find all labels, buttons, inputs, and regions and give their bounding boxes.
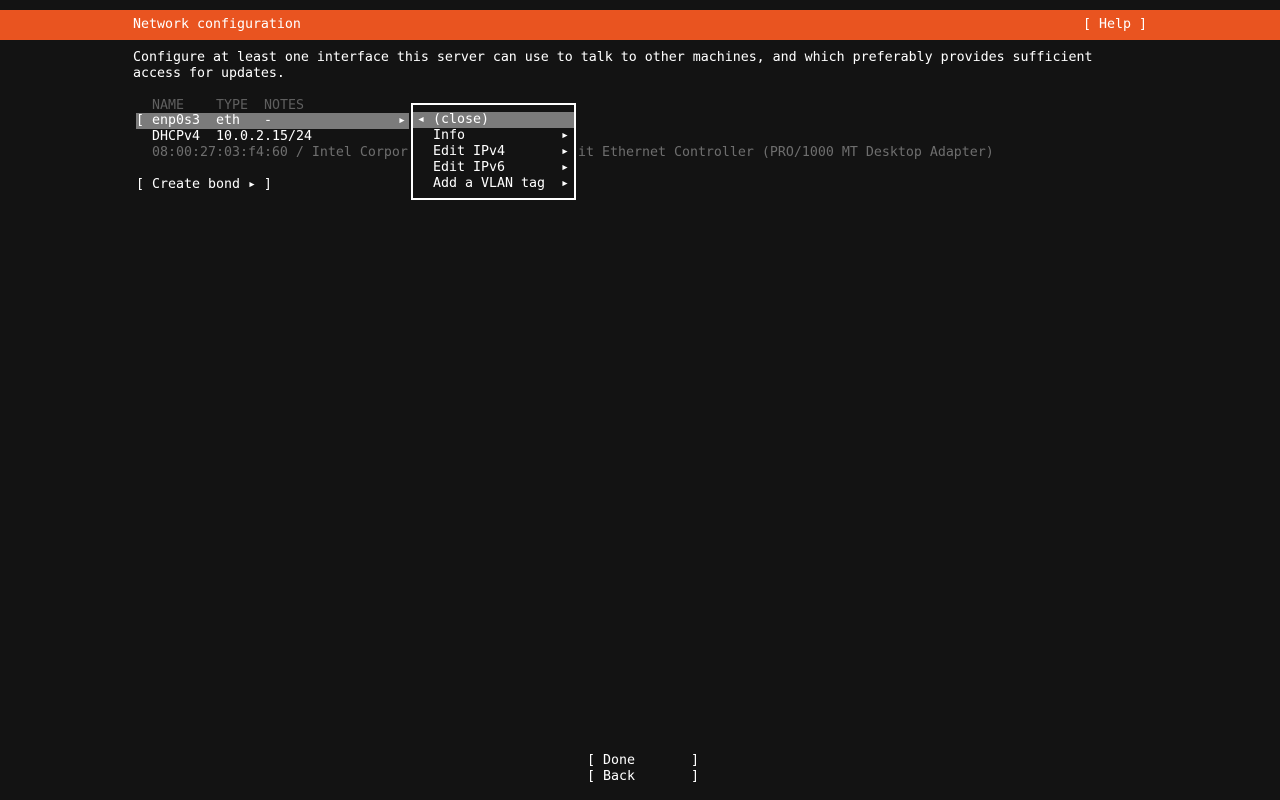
menu-item-label: Add a VLAN tag	[433, 176, 545, 191]
menu-item-edit-ipv6[interactable]: Edit IPv6 ▸	[413, 160, 574, 176]
network-configuration-screen: Network configuration [ Help ] Configure…	[0, 0, 1280, 800]
interface-notes: -	[264, 113, 272, 128]
help-button[interactable]: [ Help ]	[1083, 17, 1147, 33]
menu-item-label: Edit IPv4	[433, 144, 505, 159]
intro-text-line1: Configure at least one interface this se…	[133, 50, 1093, 65]
column-header-notes: NOTES	[264, 98, 304, 113]
dhcp-label: DHCPv4	[152, 129, 200, 144]
create-bond-button[interactable]: [ Create bond ▸ ]	[136, 177, 272, 193]
page-title: Network configuration	[133, 17, 301, 32]
interface-context-menu: ◂ (close) Info ▸ Edit IPv4 ▸ Edit IPv6 ▸…	[411, 103, 576, 200]
back-button[interactable]: [ Back ]	[587, 769, 699, 785]
interface-type: eth	[216, 113, 240, 128]
done-button[interactable]: [ Done ]	[587, 753, 699, 769]
menu-item-label: (close)	[433, 112, 489, 127]
menu-item-label: Info	[433, 128, 465, 143]
submenu-arrow-icon: ▸	[561, 176, 569, 191]
intro-text-line2: access for updates.	[133, 66, 285, 81]
selected-marker-icon: ◂	[417, 112, 425, 127]
column-header-name: NAME	[152, 98, 184, 113]
menu-item-label: Edit IPv6	[433, 160, 505, 175]
submenu-arrow-icon: ▸	[561, 144, 569, 159]
mac-info-left: 08:00:27:03:f4:60 / Intel Corpor	[152, 145, 408, 160]
interface-name: enp0s3	[152, 113, 200, 128]
row-bracket: [	[136, 113, 144, 128]
submenu-arrow-icon: ▸	[561, 128, 569, 143]
menu-item-edit-ipv4[interactable]: Edit IPv4 ▸	[413, 144, 574, 160]
menu-item-close[interactable]: ◂ (close)	[413, 112, 574, 128]
interface-row-enp0s3[interactable]: [ enp0s3 eth - ▸	[136, 113, 409, 129]
dhcp-address: 10.0.2.15/24	[216, 129, 312, 144]
menu-item-add-vlan-tag[interactable]: Add a VLAN tag ▸	[413, 176, 574, 192]
mac-info-right: it Ethernet Controller (PRO/1000 MT Desk…	[578, 145, 994, 160]
submenu-arrow-icon: ▸	[561, 160, 569, 175]
column-header-type: TYPE	[216, 98, 248, 113]
row-expand-icon: ▸	[398, 113, 406, 128]
menu-item-info[interactable]: Info ▸	[413, 128, 574, 144]
titlebar: Network configuration [ Help ]	[0, 10, 1280, 40]
